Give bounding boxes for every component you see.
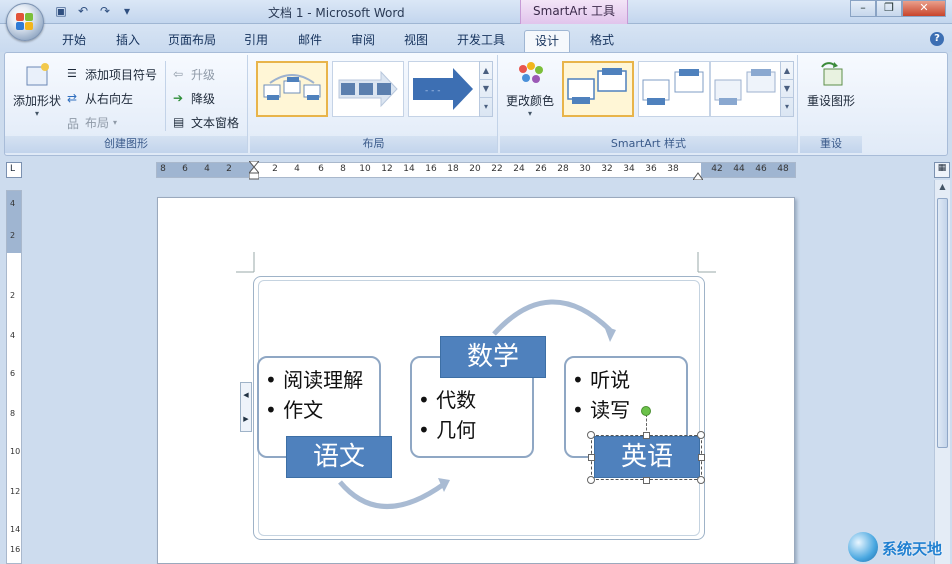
smartart-bullet[interactable]: • 听说 — [572, 364, 630, 393]
smartart-bullet[interactable]: • 代数 — [418, 384, 476, 413]
rotation-handle[interactable] — [641, 406, 651, 416]
resize-handle[interactable] — [643, 432, 650, 439]
resize-handle[interactable] — [697, 476, 705, 484]
watermark-text: 系统天地 — [882, 540, 943, 558]
smartart-title-shape[interactable]: 数学 — [440, 336, 546, 378]
resize-handle[interactable] — [643, 477, 650, 484]
smartart-bullet[interactable]: • 几何 — [418, 414, 476, 443]
smartart-arrows — [338, 299, 616, 509]
selection-outline — [591, 435, 702, 480]
office-button[interactable] — [6, 3, 44, 41]
resize-handle[interactable] — [587, 431, 595, 439]
cycle-arrow — [492, 299, 612, 336]
globe-logo-icon — [848, 532, 878, 562]
site-watermark: 系统天地 — [848, 528, 952, 564]
resize-handle[interactable] — [588, 454, 595, 461]
cycle-arrow — [338, 480, 446, 509]
resize-handle[interactable] — [587, 476, 595, 484]
office-logo-icon — [16, 13, 34, 31]
smartart-title-shape[interactable]: 语文 — [286, 436, 392, 478]
smartart-bullet[interactable]: • 读写 — [572, 394, 630, 423]
smartart-bullet[interactable]: • 作文 — [265, 394, 323, 423]
smartart-bullet[interactable]: • 阅读理解 — [265, 364, 363, 393]
resize-handle[interactable] — [698, 454, 705, 461]
arrow-head — [604, 326, 616, 342]
resize-handle[interactable] — [697, 431, 705, 439]
